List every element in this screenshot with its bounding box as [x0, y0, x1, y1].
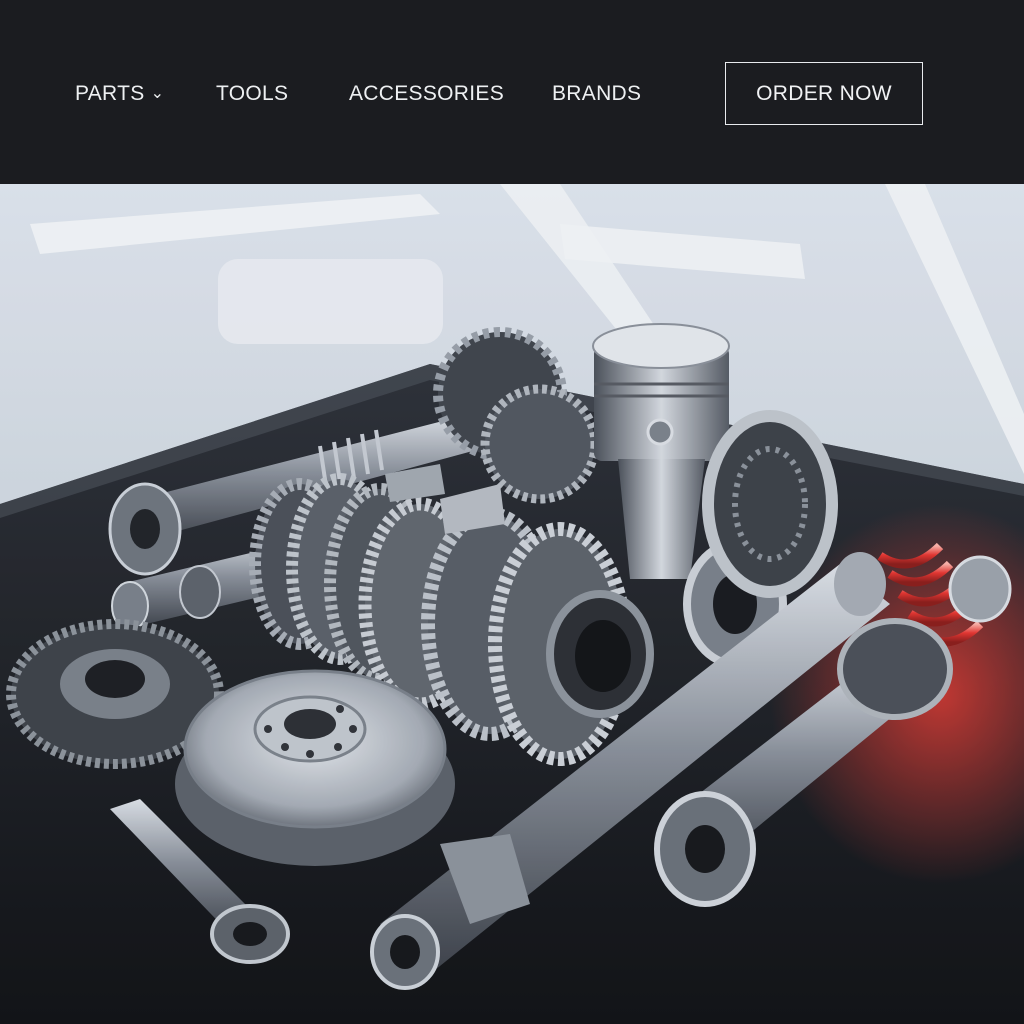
nav-item-accessories[interactable]: ACCESSORIES — [349, 81, 504, 107]
top-navigation-bar: PARTS ⌄ TOOLS ACCESSORIES BRANDS ORDER NO… — [0, 0, 1024, 184]
nav-item-brands[interactable]: BRANDS — [552, 81, 641, 107]
parts-illustration — [0, 184, 1024, 1024]
nav-item-tools[interactable]: TOOLS — [216, 81, 288, 107]
order-now-button[interactable]: ORDER NOW — [725, 62, 923, 125]
chevron-down-icon: ⌄ — [150, 85, 165, 102]
hero-image — [0, 184, 1024, 1024]
nav-item-parts-label: PARTS — [75, 82, 145, 105]
nav-item-parts[interactable]: PARTS ⌄ — [75, 81, 164, 107]
